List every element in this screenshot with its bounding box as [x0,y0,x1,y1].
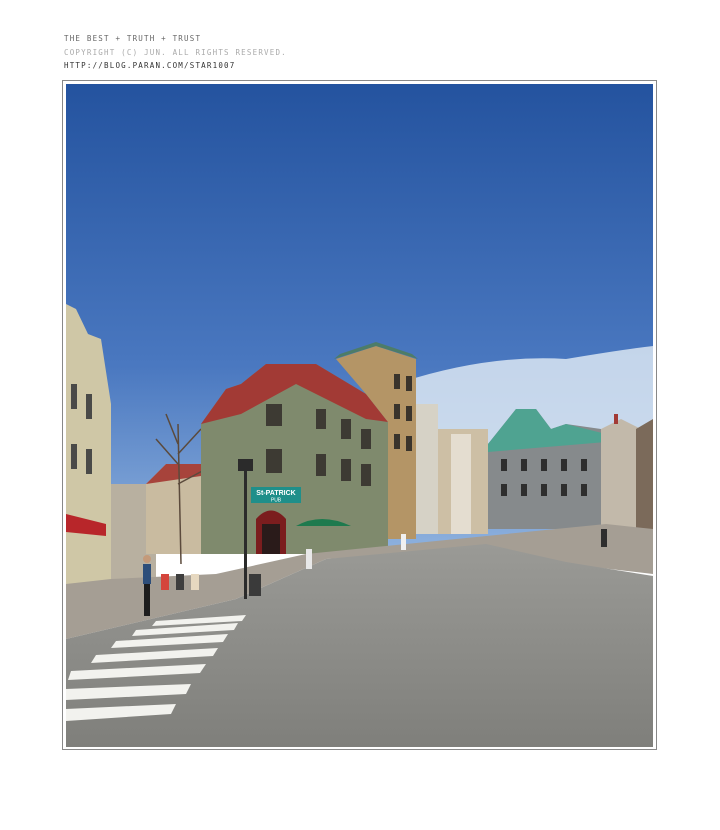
blog-url-link[interactable]: HTTP://BLOG.PARAN.COM/STAR1007 [64,61,235,71]
pub-building: St-PATRICK PUB [201,364,388,554]
pub-sign-text: St-PATRICK [256,490,295,497]
photo-frame: St-PATRICK PUB [62,80,657,750]
tagline-caption: THE BEST + TRUTH + TRUST [64,34,202,43]
copyright-caption: COPYRIGHT (C) JUN. ALL RIGHTS RESERVED. [64,48,287,57]
street-scene-illustration: St-PATRICK PUB [66,84,653,747]
pub-sign-sub: PUB [271,498,282,504]
street-photo: St-PATRICK PUB [66,84,653,747]
